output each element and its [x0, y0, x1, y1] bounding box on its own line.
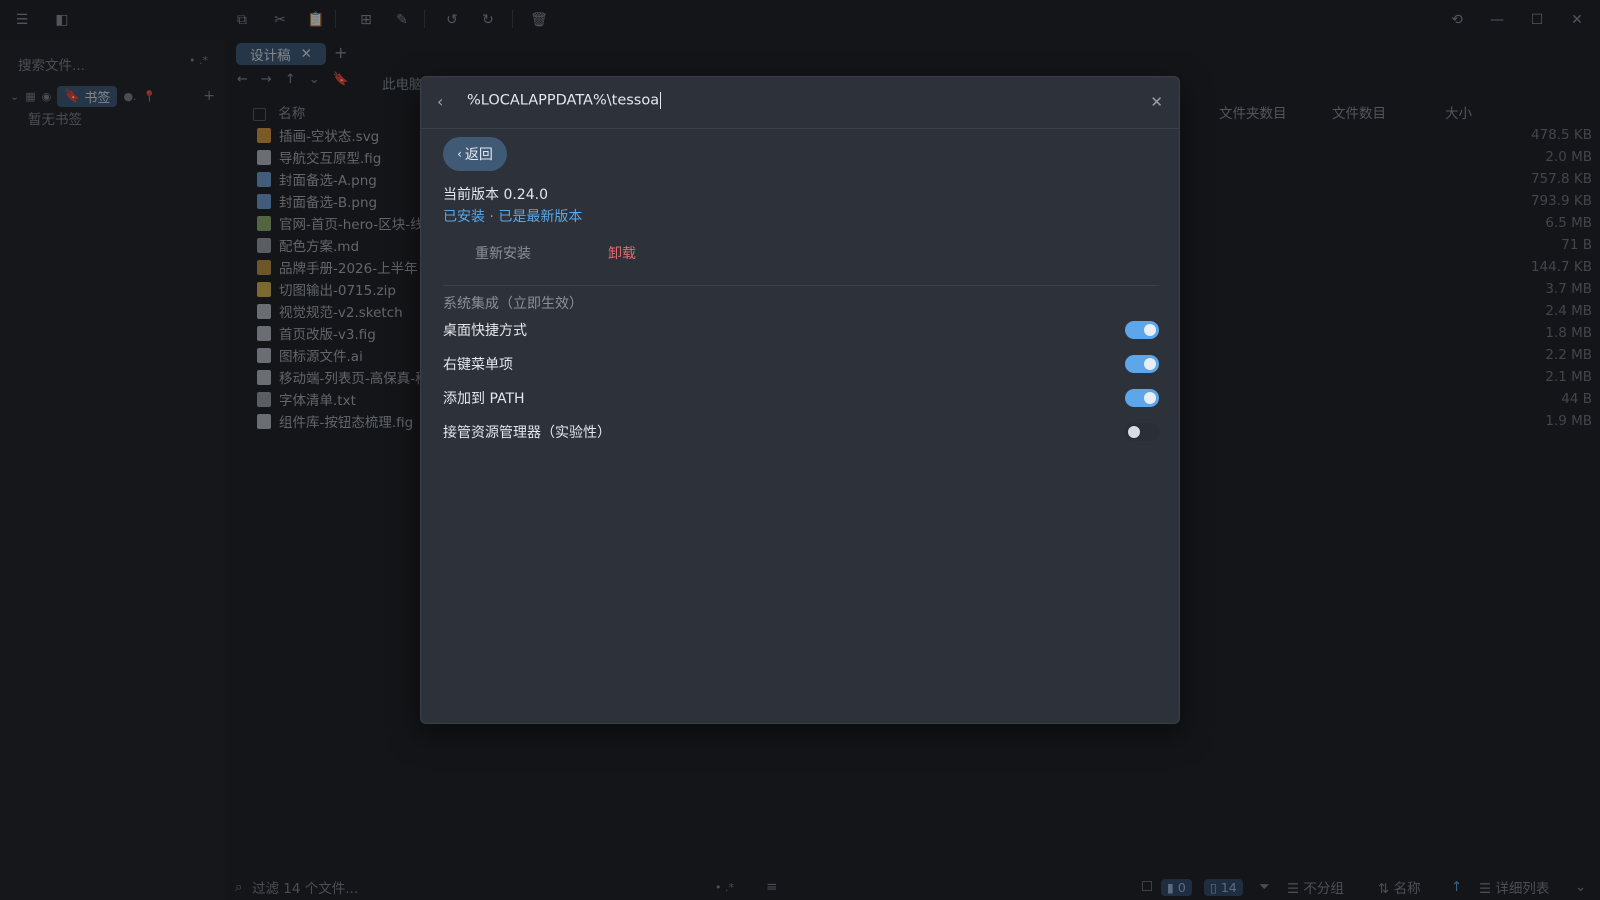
install-path-input[interactable]: %LOCALAPPDATA%\tessoa [467, 92, 662, 109]
install-path-value: %LOCALAPPDATA%\tessoa [467, 92, 660, 109]
option-label: 右键菜单项 [443, 357, 513, 373]
install-dialog: ‹ %LOCALAPPDATA%\tessoa ✕ ‹ 返回 当前版本 0.24… [420, 76, 1180, 724]
option-toggle[interactable] [1125, 389, 1159, 407]
integration-option-row: 桌面快捷方式 [443, 318, 1159, 342]
toggle-knob [1128, 426, 1140, 438]
option-toggle[interactable] [1125, 321, 1159, 339]
toggle-knob [1144, 358, 1156, 370]
chevron-left-icon[interactable]: ‹ [437, 92, 443, 111]
integration-option-row: 接管资源管理器（实验性） [443, 420, 1159, 444]
option-label: 接管资源管理器（实验性） [443, 425, 611, 441]
integration-option-row: 添加到 PATH [443, 386, 1159, 410]
return-button-label: 返回 [464, 147, 493, 163]
option-toggle[interactable] [1125, 423, 1159, 441]
reinstall-button[interactable]: 重新安装 [475, 243, 531, 263]
option-label: 桌面快捷方式 [443, 323, 527, 339]
option-label: 添加到 PATH [443, 391, 525, 407]
dialog-header: ‹ %LOCALAPPDATA%\tessoa ✕ [421, 77, 1179, 129]
option-toggle[interactable] [1125, 355, 1159, 373]
chevron-left-small-icon: ‹ [457, 147, 462, 161]
text-caret [660, 92, 662, 109]
section-divider [443, 285, 1159, 286]
return-button[interactable]: ‹ 返回 [443, 137, 507, 171]
close-icon[interactable]: ✕ [1150, 93, 1163, 111]
uninstall-button[interactable]: 卸载 [608, 243, 636, 263]
toggle-knob [1144, 392, 1156, 404]
section-title: 系统集成（立即生效） [443, 296, 583, 312]
install-status: 已安装 · 已是最新版本 [443, 209, 583, 225]
toggle-knob [1144, 324, 1156, 336]
integration-option-row: 右键菜单项 [443, 352, 1159, 376]
current-version: 当前版本 0.24.0 [443, 187, 548, 203]
